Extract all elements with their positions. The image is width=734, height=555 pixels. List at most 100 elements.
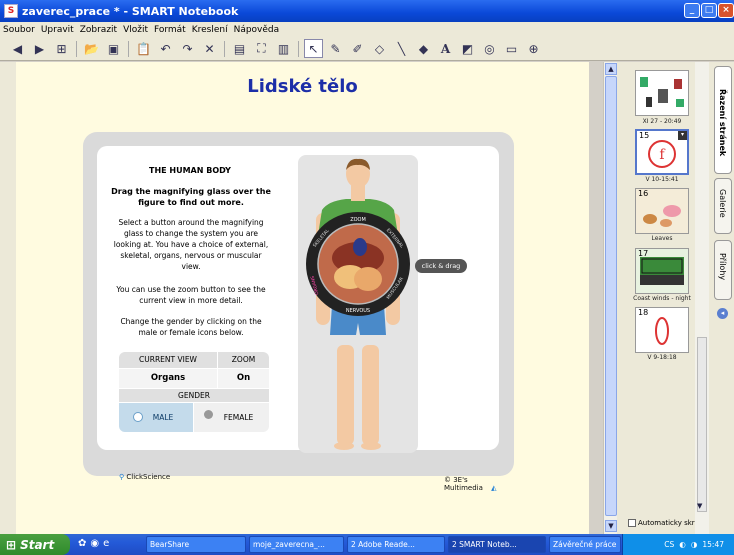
page-thumbnail-image bbox=[640, 77, 684, 107]
more-icon[interactable]: ⊕ bbox=[524, 39, 543, 58]
tab-gallery[interactable]: Galerie bbox=[714, 178, 732, 234]
tray-icon[interactable]: ◐ bbox=[679, 540, 686, 549]
next-page-icon[interactable]: ▶ bbox=[30, 39, 49, 58]
language-indicator[interactable]: CS bbox=[664, 540, 674, 549]
male-button[interactable]: MALE bbox=[119, 403, 193, 432]
pen-icon[interactable]: ✎ bbox=[326, 39, 345, 58]
full-screen-icon[interactable]: ⛶ bbox=[252, 39, 271, 58]
current-view-label: CURRENT VIEW bbox=[119, 352, 217, 368]
previous-page-icon[interactable]: ◀ bbox=[8, 39, 27, 58]
male-icon bbox=[133, 412, 143, 422]
female-button[interactable]: FEMALE bbox=[194, 403, 269, 432]
shapes-icon[interactable]: ◆ bbox=[414, 39, 433, 58]
move-toolbar-icon[interactable]: ▭ bbox=[502, 39, 521, 58]
title-bar: S zaverec_prace * - SMART Notebook _ □ × bbox=[0, 0, 734, 22]
task-bearshare[interactable]: BearShare bbox=[146, 536, 246, 553]
page-thumbnail[interactable]: 18 bbox=[635, 307, 689, 353]
clock: 15:47 bbox=[702, 540, 724, 549]
save-icon[interactable]: ▣ bbox=[104, 39, 123, 58]
current-view-value: Organs bbox=[119, 369, 217, 388]
text-icon[interactable]: A bbox=[436, 39, 455, 58]
close-button[interactable]: × bbox=[718, 3, 734, 18]
scroll-down-icon[interactable]: ▼ bbox=[605, 520, 617, 532]
menu-bar: Soubor Upravit Zobrazit Vložit Formát Kr… bbox=[0, 22, 734, 37]
tab-page-sorter[interactable]: Řazení stránek bbox=[714, 66, 732, 174]
tab-page-sorter-label: Řazení stránek bbox=[718, 89, 727, 157]
taskbar: ⊞ Start ✿ ◉ e BearShare moje_zaverecna_.… bbox=[0, 534, 734, 555]
male-label: MALE bbox=[152, 413, 174, 422]
page-thumbnail-label: V 10-15:41 bbox=[645, 176, 679, 183]
tab-gallery-label: Galerie bbox=[718, 189, 727, 218]
clickscience-label: ClickScience bbox=[126, 473, 171, 481]
body-figure-area[interactable]: ZOOM EXTERNAL SKELETAL ORGANS NERVOUS MU… bbox=[298, 155, 418, 453]
task-word-document[interactable]: moje_zaverecna_... bbox=[249, 536, 344, 553]
select-arrow-icon[interactable]: ↖ bbox=[304, 39, 323, 58]
toolbar-separator bbox=[76, 40, 77, 57]
sorter-scrollbar[interactable]: ▼ bbox=[695, 62, 709, 534]
page-thumbnail-selected[interactable]: 15 f ▾ bbox=[635, 129, 689, 175]
page-thumbnail[interactable]: 17 bbox=[635, 248, 689, 294]
auto-hide-toggle[interactable]: Automaticky skrýt bbox=[628, 519, 702, 527]
sorter-scroll-down-icon[interactable]: ▼ bbox=[697, 502, 702, 510]
capture-icon[interactable]: ▥ bbox=[274, 39, 293, 58]
start-button[interactable]: ⊞ Start bbox=[0, 534, 70, 555]
zoom-label: ZOOM bbox=[218, 352, 269, 368]
task-adobe-reader[interactable]: 2 Adobe Reade... bbox=[347, 536, 445, 553]
gender-label: GENDER bbox=[119, 389, 269, 402]
collapse-panel-icon[interactable]: ◂ bbox=[717, 308, 728, 319]
ring-nervous-label[interactable]: NERVOUS bbox=[346, 308, 370, 314]
page-thumbnail-label: Leaves bbox=[651, 235, 673, 242]
task-folder[interactable]: Závěrečné práce bbox=[549, 536, 621, 553]
creative-pen-icon[interactable]: ✐ bbox=[348, 39, 367, 58]
page-thumbnail[interactable] bbox=[635, 70, 689, 116]
menu-edit[interactable]: Upravit bbox=[41, 25, 74, 35]
delete-icon[interactable]: ✕ bbox=[200, 39, 219, 58]
left-margin bbox=[0, 62, 16, 534]
page-thumbnail-label: Coast winds - night bbox=[633, 295, 691, 302]
task-adobe-reader-label: 2 Adobe Reade... bbox=[351, 540, 415, 549]
svg-text:f: f bbox=[659, 147, 666, 163]
notebook-canvas[interactable]: Lidské tělo THE HUMAN BODY Drag the magn… bbox=[16, 62, 589, 534]
task-smart-notebook[interactable]: 2 SMART Noteb... bbox=[448, 536, 546, 553]
canvas-scrollbar[interactable]: ▲ ▼ bbox=[603, 62, 617, 534]
activity-paragraph-3: Change the gender by clicking on the mal… bbox=[120, 317, 262, 337]
activity-paragraph-2: You can use the zoom button to see the c… bbox=[116, 285, 266, 305]
auto-hide-checkbox[interactable] bbox=[628, 519, 636, 527]
menu-insert[interactable]: Vložit bbox=[123, 25, 148, 35]
line-icon[interactable]: ╲ bbox=[392, 39, 411, 58]
menu-file[interactable]: Soubor bbox=[3, 25, 35, 35]
page-number: 17 bbox=[638, 249, 649, 258]
paste-icon[interactable]: 📋 bbox=[134, 39, 153, 58]
fill-icon[interactable]: ◩ bbox=[458, 39, 477, 58]
undo-icon[interactable]: ↶ bbox=[156, 39, 175, 58]
scroll-thumb[interactable] bbox=[605, 76, 617, 516]
screen-shade-icon[interactable]: ▤ bbox=[230, 39, 249, 58]
maximize-button[interactable]: □ bbox=[701, 3, 717, 18]
window-title: zaverec_prace * - SMART Notebook bbox=[22, 4, 239, 18]
tray-icon[interactable]: ◑ bbox=[691, 540, 698, 549]
page-thumbnail[interactable]: 16 bbox=[635, 188, 689, 234]
page-number: 15 bbox=[639, 131, 650, 140]
quick-launch-icon[interactable]: e bbox=[103, 538, 109, 549]
quick-launch-icon[interactable]: ◉ bbox=[90, 538, 99, 549]
tab-attachments[interactable]: Přílohy bbox=[714, 240, 732, 300]
open-icon[interactable]: 📂 bbox=[82, 39, 101, 58]
clickscience-logo: ⚲ ClickScience bbox=[119, 473, 170, 481]
redo-icon[interactable]: ↷ bbox=[178, 39, 197, 58]
activity-frame[interactable]: THE HUMAN BODY Drag the magnifying glass… bbox=[83, 132, 514, 492]
menu-draw[interactable]: Kreslení bbox=[192, 25, 228, 35]
add-page-icon[interactable]: ⊞ bbox=[52, 39, 71, 58]
eraser-icon[interactable]: ◇ bbox=[370, 39, 389, 58]
scroll-up-icon[interactable]: ▲ bbox=[605, 63, 617, 75]
menu-format[interactable]: Formát bbox=[154, 25, 186, 35]
properties-icon[interactable]: ◎ bbox=[480, 39, 499, 58]
human-figure: ZOOM EXTERNAL SKELETAL ORGANS NERVOUS MU… bbox=[306, 158, 410, 450]
page-thumbnail-label: XI 27 - 20:49 bbox=[642, 118, 682, 125]
quick-launch-icon[interactable]: ✿ bbox=[78, 538, 86, 549]
menu-help[interactable]: Nápověda bbox=[234, 25, 280, 35]
page-menu-icon[interactable]: ▾ bbox=[678, 131, 687, 140]
minimize-button[interactable]: _ bbox=[684, 3, 700, 18]
menu-view[interactable]: Zobrazit bbox=[80, 25, 117, 35]
sorter-scroll-thumb[interactable] bbox=[697, 337, 707, 512]
ring-zoom-label[interactable]: ZOOM bbox=[350, 217, 366, 223]
